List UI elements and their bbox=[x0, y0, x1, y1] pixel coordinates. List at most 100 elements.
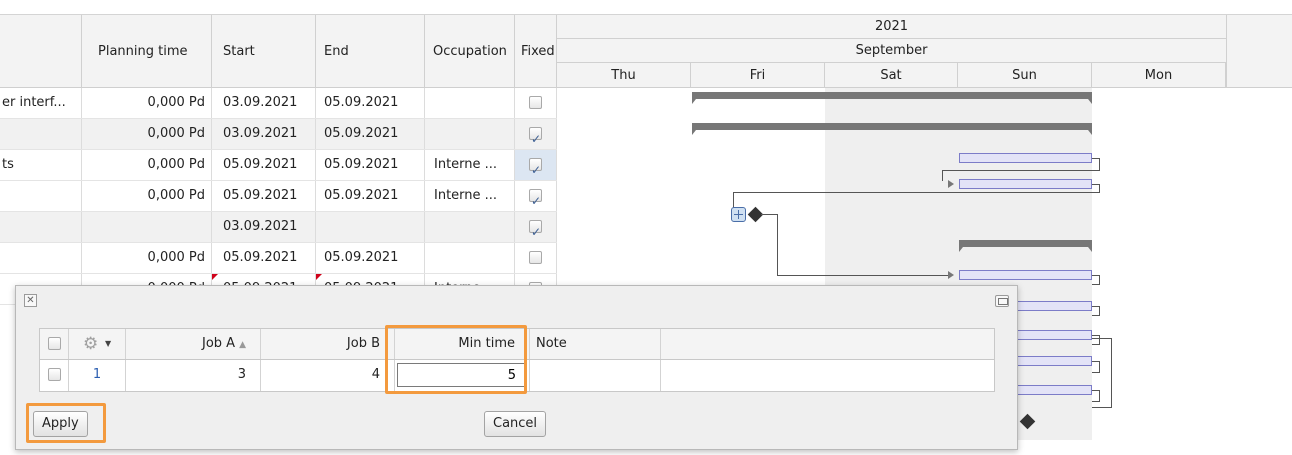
note-value[interactable] bbox=[530, 360, 661, 391]
gear-icon: ⚙ bbox=[83, 334, 99, 354]
dependency-line bbox=[1092, 361, 1100, 373]
changed-flag-icon bbox=[316, 274, 322, 280]
start-date: 03.09.2021 bbox=[212, 119, 316, 149]
column-header-end[interactable]: End bbox=[316, 15, 425, 88]
row-number[interactable]: 1 bbox=[69, 360, 125, 390]
fixed-checkbox[interactable] bbox=[529, 124, 542, 149]
dependency-line bbox=[777, 275, 949, 276]
settings-menu[interactable]: ⚙ ▼ bbox=[69, 329, 126, 359]
task-bar[interactable] bbox=[959, 270, 1092, 280]
planning-time: 0,000 Pd bbox=[82, 119, 212, 149]
column-header-start[interactable]: Start bbox=[212, 15, 316, 88]
column-header-planning-time[interactable]: Planning time bbox=[82, 15, 212, 88]
fixed-cell bbox=[515, 181, 557, 211]
dependency-line bbox=[1092, 275, 1100, 285]
task-bar[interactable] bbox=[959, 153, 1092, 163]
end-date: 05.09.2021 bbox=[316, 119, 425, 149]
end-date: 05.09.2021 bbox=[316, 181, 425, 211]
planning-time: 0,000 Pd bbox=[82, 243, 212, 273]
sort-ascending-icon: ▲ bbox=[239, 340, 246, 350]
end-date bbox=[316, 212, 425, 242]
column-label: Job A bbox=[202, 336, 236, 351]
min-time-dialog: ✕ ⚙▼ Job A▲ Job B Min time Note 1 3 4 Ap… bbox=[15, 285, 1018, 450]
planning-time: 0,000 Pd bbox=[82, 150, 212, 180]
column-header-name[interactable] bbox=[0, 15, 82, 88]
timeline-day-mon: Mon bbox=[1092, 63, 1226, 88]
end-date: 05.09.2021 bbox=[316, 150, 425, 180]
grid-header: Planning time Start End Occupation Fixed bbox=[0, 14, 557, 88]
task-bar[interactable] bbox=[959, 179, 1092, 189]
timeline-year: 2021 bbox=[557, 15, 1226, 39]
gantt-timeline-header: 2021 September Thu Fri Sat Sun Mon bbox=[557, 14, 1292, 88]
highlight-apply bbox=[26, 403, 106, 443]
timeline-edge bbox=[1226, 15, 1227, 88]
fixed-checkbox[interactable] bbox=[529, 96, 542, 109]
row-select-cell bbox=[40, 360, 69, 391]
dependency-line bbox=[761, 214, 778, 215]
chevron-down-icon: ▼ bbox=[105, 339, 112, 348]
end-date: 05.09.2021 bbox=[316, 243, 425, 273]
dependency-line bbox=[777, 214, 778, 276]
select-all-checkbox[interactable] bbox=[48, 337, 61, 350]
table-row[interactable]: 0,000 Pd 03.09.2021 05.09.2021 bbox=[0, 119, 557, 150]
start-date: 03.09.2021 bbox=[212, 212, 316, 242]
dependency-line bbox=[1092, 306, 1100, 316]
task-name: ts bbox=[0, 150, 82, 180]
occupation bbox=[425, 88, 515, 118]
table-row[interactable]: 03.09.2021 bbox=[0, 212, 557, 243]
highlight-min-time bbox=[385, 325, 527, 394]
column-header-note[interactable]: Note bbox=[530, 329, 661, 359]
job-a-value[interactable]: 3 bbox=[126, 360, 261, 391]
fixed-checkbox[interactable] bbox=[529, 251, 542, 264]
close-icon[interactable]: ✕ bbox=[24, 294, 37, 307]
column-header-spacer bbox=[661, 329, 994, 359]
column-header-occupation[interactable]: Occupation bbox=[425, 15, 515, 88]
job-b-value[interactable]: 4 bbox=[261, 360, 395, 391]
timeline-day-thu: Thu bbox=[557, 63, 691, 88]
table-row[interactable]: er interf... 0,000 Pd 03.09.2021 05.09.2… bbox=[0, 88, 557, 119]
fixed-cell bbox=[515, 119, 557, 149]
dependency-line bbox=[1092, 390, 1100, 402]
summary-bar[interactable] bbox=[692, 123, 1092, 135]
dependency-line bbox=[733, 192, 734, 208]
table-row[interactable]: 0,000 Pd 05.09.2021 05.09.2021 Interne .… bbox=[0, 181, 557, 212]
occupation bbox=[425, 243, 515, 273]
column-header-job-b[interactable]: Job B bbox=[261, 329, 395, 359]
summary-bar[interactable] bbox=[959, 240, 1092, 252]
task-name bbox=[0, 243, 82, 273]
fixed-cell bbox=[515, 243, 557, 273]
fixed-checkbox[interactable] bbox=[529, 155, 542, 180]
table-row[interactable]: 0,000 Pd 05.09.2021 05.09.2021 bbox=[0, 243, 557, 274]
task-name bbox=[0, 119, 82, 149]
table-row[interactable]: ts 0,000 Pd 05.09.2021 05.09.2021 Intern… bbox=[0, 150, 557, 181]
cancel-button[interactable]: Cancel bbox=[484, 411, 547, 437]
task-name bbox=[0, 212, 82, 242]
planning-time: 0,000 Pd bbox=[82, 181, 212, 211]
maximize-icon[interactable] bbox=[995, 295, 1009, 307]
start-date: 05.09.2021 bbox=[212, 181, 316, 211]
timeline-month: September bbox=[557, 39, 1226, 63]
dependency-line bbox=[1092, 158, 1100, 170]
timeline-day-sat: Sat bbox=[825, 63, 958, 88]
occupation bbox=[425, 119, 515, 149]
task-name: er interf... bbox=[0, 88, 82, 118]
summary-bar[interactable] bbox=[692, 92, 1092, 104]
end-date: 05.09.2021 bbox=[316, 88, 425, 118]
milestone-icon[interactable] bbox=[731, 207, 746, 222]
fixed-checkbox[interactable] bbox=[529, 186, 542, 211]
column-header-job-a[interactable]: Job A ▲ bbox=[126, 329, 261, 359]
dependency-arrow-icon bbox=[948, 271, 954, 279]
occupation: Interne ... bbox=[425, 150, 515, 180]
occupation: Interne ... bbox=[425, 181, 515, 211]
fixed-cell bbox=[515, 212, 557, 242]
task-name bbox=[0, 181, 82, 211]
column-header-fixed[interactable]: Fixed bbox=[515, 15, 557, 88]
planning-time bbox=[82, 212, 212, 242]
select-all-cell bbox=[40, 329, 69, 359]
fixed-checkbox[interactable] bbox=[529, 217, 542, 242]
row-spacer bbox=[661, 360, 994, 391]
row-checkbox[interactable] bbox=[48, 368, 61, 381]
timeline-day-fri: Fri bbox=[691, 63, 825, 88]
fixed-cell bbox=[515, 150, 557, 180]
planning-time: 0,000 Pd bbox=[82, 88, 212, 118]
